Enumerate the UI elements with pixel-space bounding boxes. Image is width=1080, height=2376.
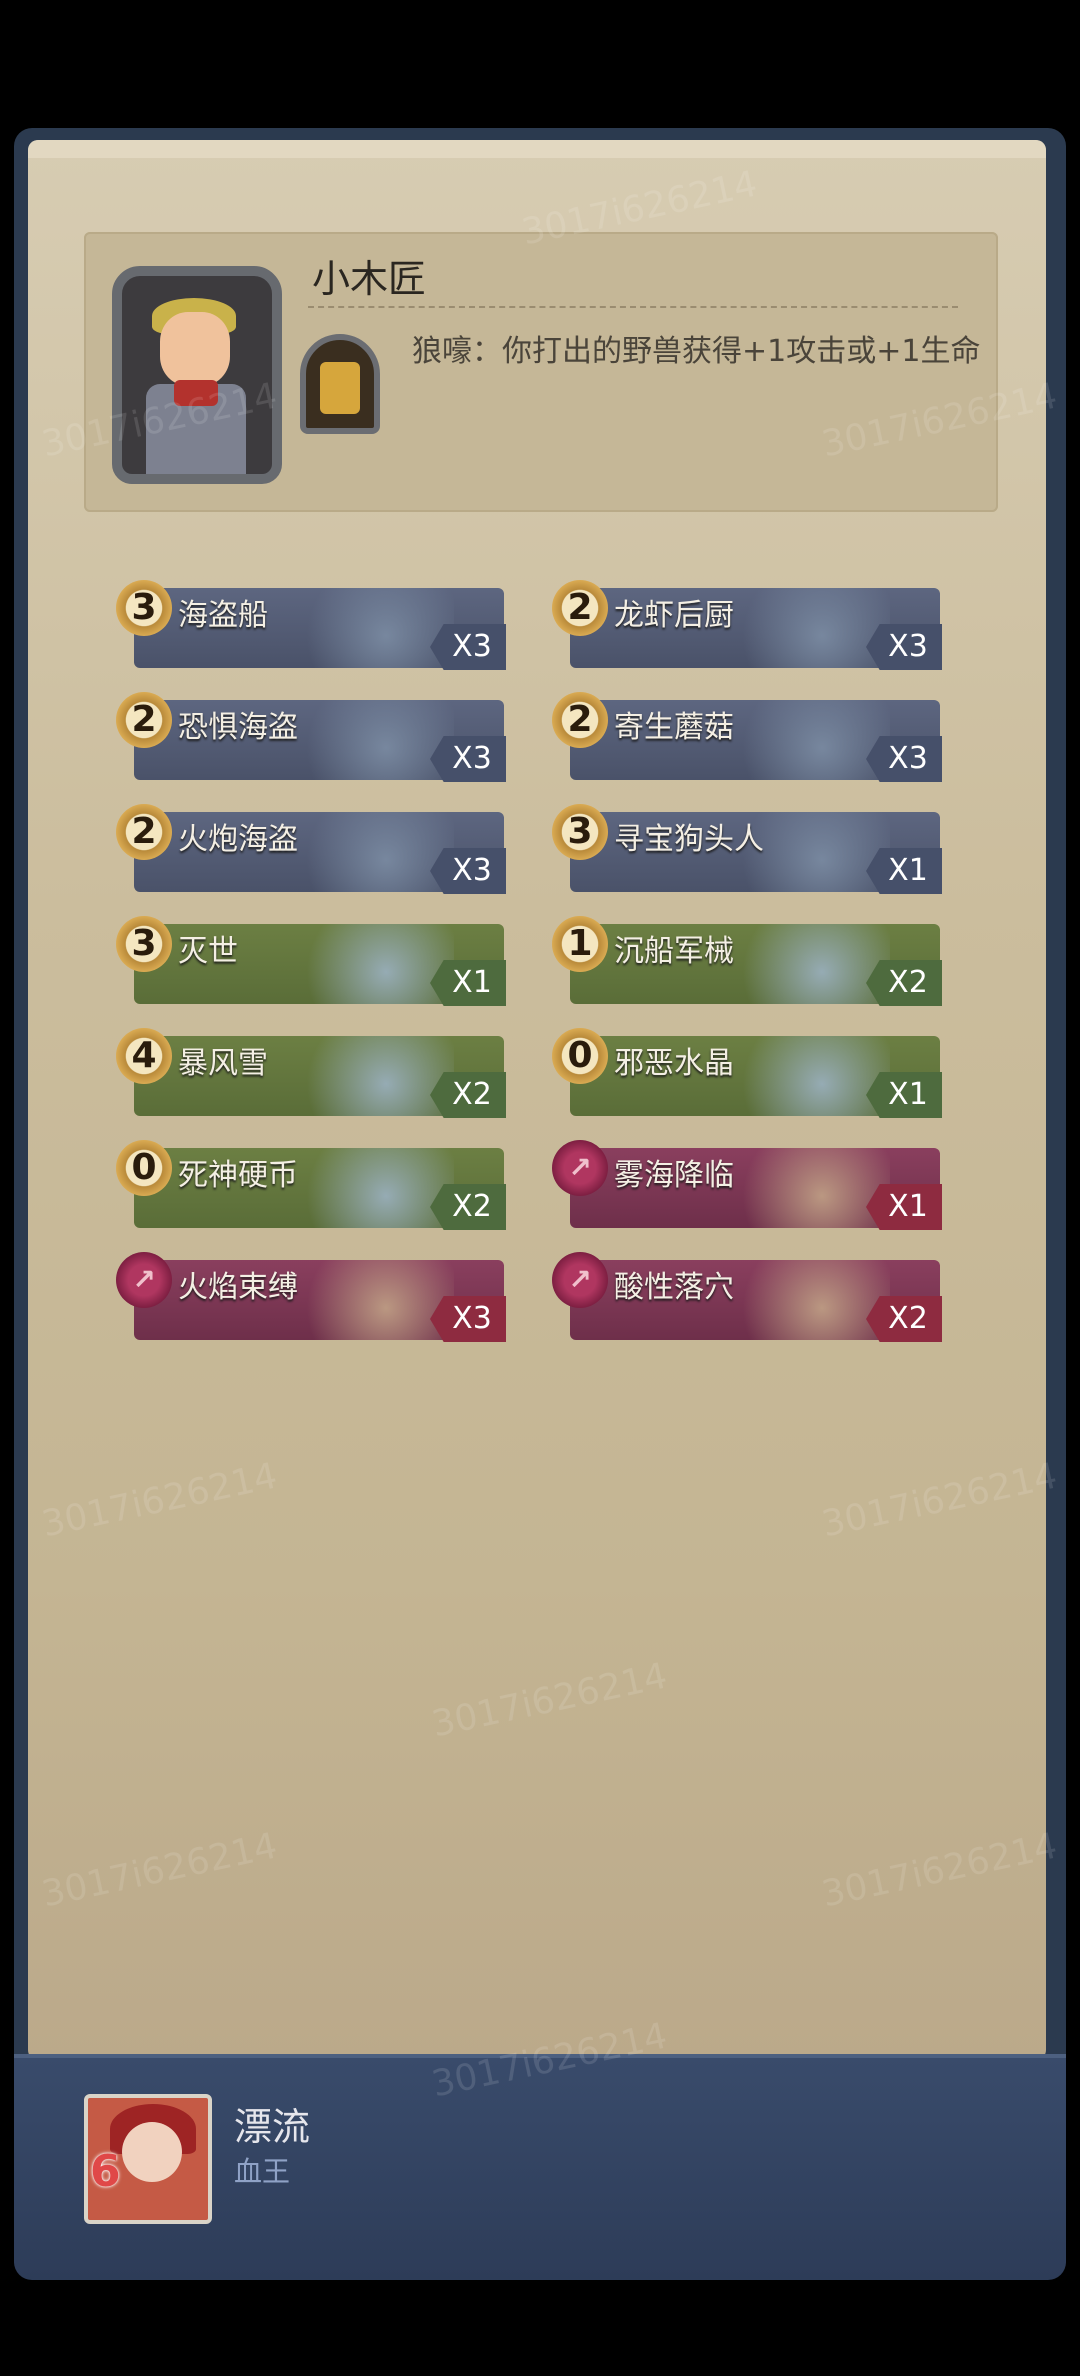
- quest-icon: ↗: [116, 1252, 172, 1308]
- card-count: X1: [866, 1184, 942, 1230]
- card-count: X2: [430, 1184, 506, 1230]
- card-item[interactable]: 0 死神硬币 X2: [116, 1140, 506, 1230]
- card-name: 恐惧海盗: [178, 710, 298, 745]
- card-cost: 3: [552, 804, 608, 860]
- card-cost: 3: [116, 916, 172, 972]
- card-art: [284, 1260, 454, 1340]
- card-art: [284, 1036, 454, 1116]
- card-item[interactable]: 3 灭世 X1: [116, 916, 506, 1006]
- card-cost: 0: [116, 1140, 172, 1196]
- card-item[interactable]: 0 邪恶水晶 X1: [552, 1028, 942, 1118]
- hero-name: 小木匠: [312, 257, 427, 301]
- card-count: X3: [430, 848, 506, 894]
- card-cost: 0: [552, 1028, 608, 1084]
- card-art: [284, 700, 454, 780]
- card-count: X2: [866, 960, 942, 1006]
- card-count: X3: [430, 624, 506, 670]
- card-name: 火炮海盗: [178, 822, 298, 857]
- card-art: [284, 1148, 454, 1228]
- avatar-face: [122, 2122, 182, 2182]
- card-item[interactable]: 2 寄生蘑菇 X3: [552, 692, 942, 782]
- panel-top-edge: [28, 140, 1046, 158]
- card-item[interactable]: 2 火炮海盗 X3: [116, 804, 506, 894]
- card-art: [284, 812, 454, 892]
- card-item[interactable]: 1 沉船军械 X2: [552, 916, 942, 1006]
- card-count: X3: [866, 624, 942, 670]
- card-count: X3: [430, 736, 506, 782]
- card-count: X1: [430, 960, 506, 1006]
- card-count: X3: [430, 1296, 506, 1342]
- card-cost: 2: [552, 580, 608, 636]
- card-count: X1: [866, 848, 942, 894]
- card-name: 寄生蘑菇: [614, 710, 734, 745]
- card-count: X3: [866, 736, 942, 782]
- card-art: [284, 588, 454, 668]
- player-title: 血王: [234, 2155, 291, 2188]
- card-name: 火焰束缚: [178, 1270, 298, 1305]
- card-art: [720, 700, 890, 780]
- hero-power-icon[interactable]: [300, 334, 380, 434]
- card-name: 龙虾后厨: [614, 598, 734, 633]
- card-name: 灭世: [178, 934, 238, 969]
- card-cost: 1: [552, 916, 608, 972]
- card-item[interactable]: 4 暴风雪 X2: [116, 1028, 506, 1118]
- card-cost: 4: [116, 1028, 172, 1084]
- card-name: 邪恶水晶: [614, 1046, 734, 1081]
- player-rank-badge: 6: [90, 2146, 121, 2197]
- hero-face: [160, 312, 230, 386]
- card-item[interactable]: 3 海盗船 X3: [116, 580, 506, 670]
- card-item[interactable]: 2 恐惧海盗 X3: [116, 692, 506, 782]
- card-cost: 2: [552, 692, 608, 748]
- card-art: [720, 924, 890, 1004]
- card-name: 海盗船: [178, 598, 268, 633]
- card-cost: 3: [116, 580, 172, 636]
- card-cost: 2: [116, 692, 172, 748]
- hero-portrait[interactable]: [112, 266, 282, 484]
- card-count: X1: [866, 1072, 942, 1118]
- quest-icon: ↗: [552, 1140, 608, 1196]
- card-art: [720, 1148, 890, 1228]
- card-name: 暴风雪: [178, 1046, 268, 1081]
- card-art: [720, 1260, 890, 1340]
- card-count: X2: [866, 1296, 942, 1342]
- card-item[interactable]: ↗ 火焰束缚 X3: [116, 1252, 506, 1342]
- card-item[interactable]: ↗ 酸性落穴 X2: [552, 1252, 942, 1342]
- card-art: [720, 588, 890, 668]
- card-item[interactable]: 3 寻宝狗头人 X1: [552, 804, 942, 894]
- card-name: 雾海降临: [614, 1158, 734, 1193]
- card-art: [720, 1036, 890, 1116]
- card-item[interactable]: ↗ 雾海降临 X1: [552, 1140, 942, 1230]
- card-art: [284, 924, 454, 1004]
- hero-divider: [308, 306, 958, 308]
- player-name: 漂流: [234, 2105, 311, 2149]
- hero-power-emblem: [320, 362, 360, 414]
- quest-icon: ↗: [552, 1252, 608, 1308]
- hero-ability-text: 狼嚎：你打出的野兽获得+1攻击或+1生命: [412, 334, 981, 369]
- card-count: X2: [430, 1072, 506, 1118]
- card-cost: 2: [116, 804, 172, 860]
- card-name: 酸性落穴: [614, 1270, 734, 1305]
- card-item[interactable]: 2 龙虾后厨 X3: [552, 580, 942, 670]
- card-name: 死神硬币: [178, 1158, 298, 1193]
- card-name: 沉船军械: [614, 934, 734, 969]
- card-name: 寻宝狗头人: [614, 822, 764, 857]
